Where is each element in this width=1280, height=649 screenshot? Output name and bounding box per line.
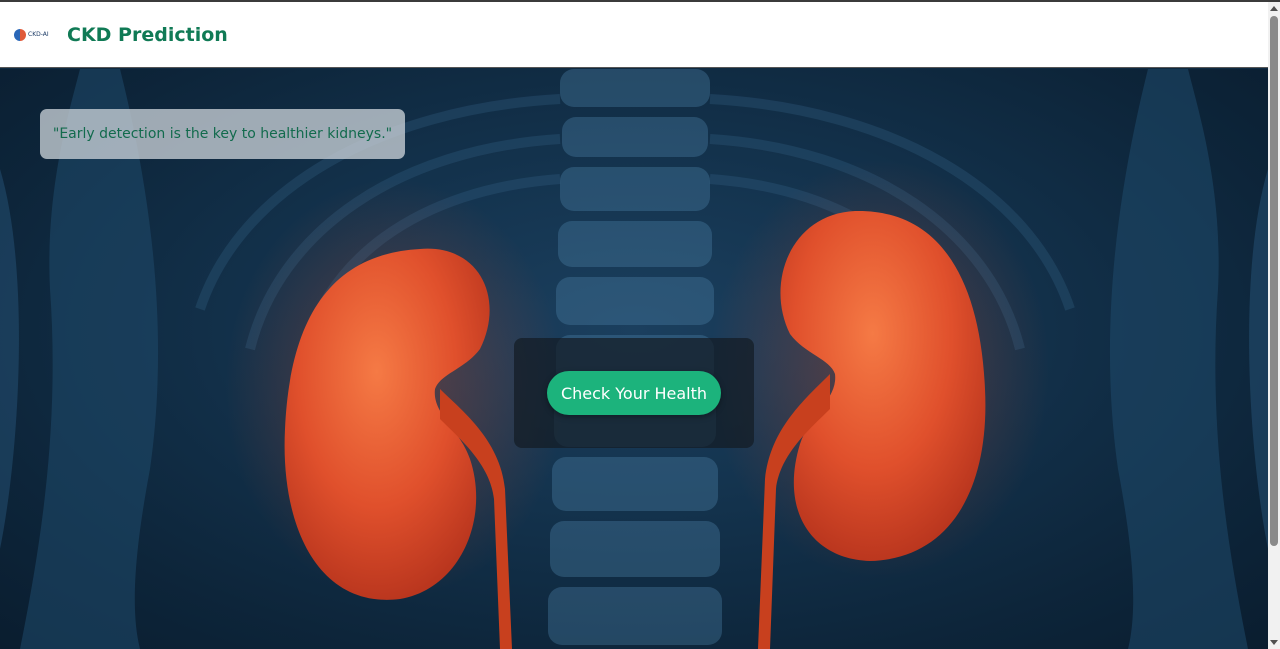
logo-mark-icon — [14, 28, 26, 41]
hero-section: "Early detection is the key to healthier… — [0, 69, 1268, 649]
logo-icon[interactable]: CKD-AI — [14, 14, 54, 55]
scroll-up-icon[interactable] — [1270, 6, 1278, 11]
brand-title[interactable]: CKD Prediction — [67, 24, 228, 46]
navbar: CKD-AI CKD Prediction — [0, 2, 1268, 68]
scroll-thumb[interactable] — [1270, 16, 1278, 546]
logo-text: CKD-AI — [28, 31, 49, 38]
quote-box: "Early detection is the key to healthier… — [40, 109, 405, 159]
scroll-down-icon[interactable] — [1270, 640, 1278, 645]
quote-text: "Early detection is the key to healthier… — [52, 126, 393, 142]
cta-panel: Check Your Health — [514, 338, 754, 448]
vertical-scrollbar[interactable] — [1268, 2, 1280, 649]
check-health-button[interactable]: Check Your Health — [547, 371, 721, 415]
